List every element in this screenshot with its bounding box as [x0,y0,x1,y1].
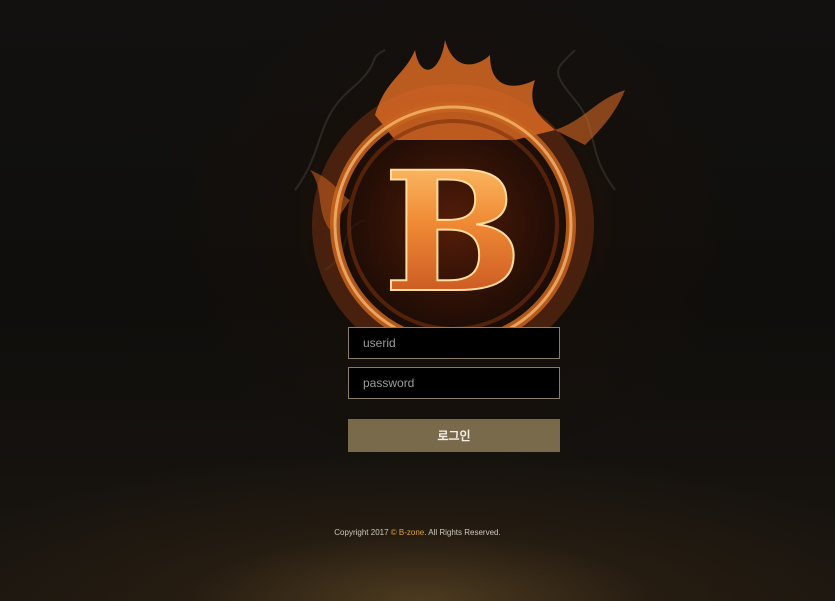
logo-letter: B [383,135,522,329]
login-button[interactable]: 로그인 [348,419,560,452]
rights-text: . All Rights Reserved. [424,528,501,537]
brand-link[interactable]: © B-zone [391,528,424,537]
flaming-b-logo-icon: B [294,40,655,350]
password-input[interactable] [348,367,560,399]
login-form: 로그인 [348,327,560,452]
copyright-text: Copyright 2017 [334,528,391,537]
login-page: B 로그인 Copyright 2017 © B-zone. All Right… [0,0,835,601]
userid-input[interactable] [348,327,560,359]
copyright-footer: Copyright 2017 © B-zone. All Rights Rese… [0,528,835,537]
